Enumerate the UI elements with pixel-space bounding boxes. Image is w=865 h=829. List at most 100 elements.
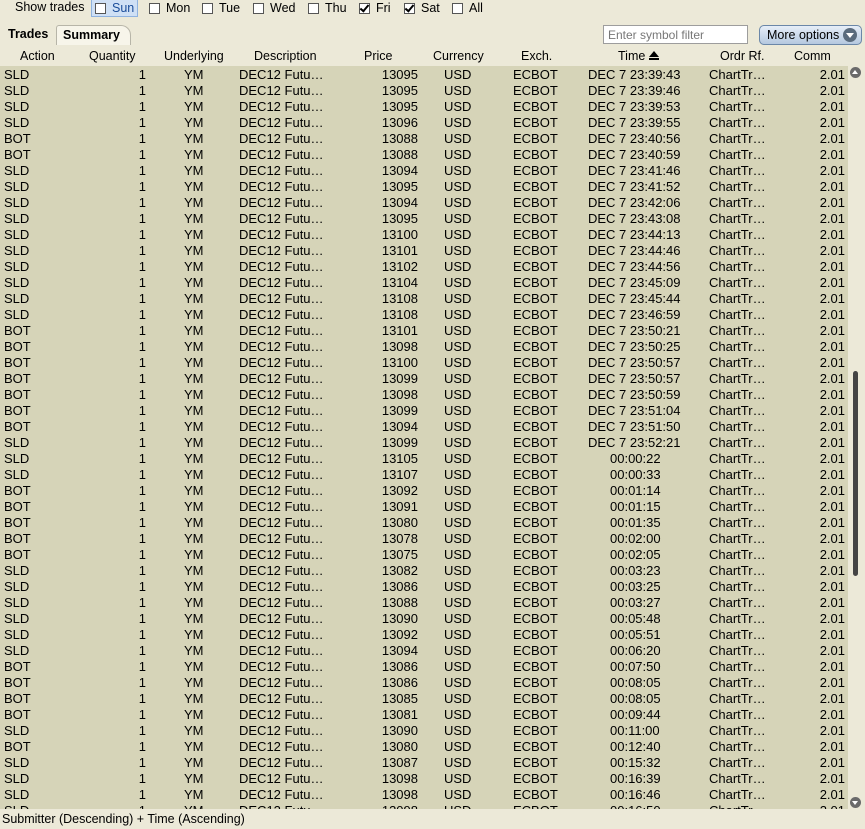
commission-cell: 2.01	[819, 467, 845, 482]
table-row[interactable]: SLD 1 YM DEC12 Futu… 13082 USD ECBOT 00:03:23 Ch…	[0, 562, 848, 578]
table-row[interactable]: SLD 1 YM DEC12 Futu… 13095 USD ECBOT DEC 7 23:4…	[0, 178, 848, 194]
description-cell: DEC12 Futu…	[239, 339, 324, 354]
table-row[interactable]: SLD 1 YM DEC12 Futu… 13090 USD ECBOT 00:05:48 Ch…	[0, 610, 848, 626]
tab-summary[interactable]: Summary	[56, 25, 131, 45]
table-row[interactable]: BOT 1 YM DEC12 Futu… 13092 USD ECBOT 00:01:14 Ch…	[0, 482, 848, 498]
table-row[interactable]: BOT 1 YM DEC12 Futu… 13101 USD ECBOT DEC 7 23:5…	[0, 322, 848, 338]
checkbox-unchecked-icon[interactable]	[253, 2, 264, 14]
table-row[interactable]: SLD 1 YM DEC12 Futu… 13096 USD ECBOT DEC 7 23:3…	[0, 114, 848, 130]
table-row[interactable]: SLD 1 YM DEC12 Futu… 13098 USD ECBOT 00:16:50 Ch…	[0, 802, 848, 809]
table-row[interactable]: BOT 1 YM DEC12 Futu… 13088 USD ECBOT DEC 7 23:4…	[0, 146, 848, 162]
symbol-filter-input[interactable]	[603, 25, 748, 44]
exchange-cell: ECBOT	[513, 147, 558, 162]
day-checkbox-thu[interactable]: Thu	[308, 0, 347, 16]
table-row[interactable]: SLD 1 YM DEC12 Futu… 13098 USD ECBOT 00:16:39 Ch…	[0, 770, 848, 786]
table-row[interactable]: SLD 1 YM DEC12 Futu… 13095 USD ECBOT DEC 7 23:3…	[0, 98, 848, 114]
time-cell: DEC 7 23:39:43	[588, 67, 681, 82]
table-row[interactable]: BOT 1 YM DEC12 Futu… 13100 USD ECBOT DEC 7 23:5…	[0, 354, 848, 370]
table-row[interactable]: SLD 1 YM DEC12 Futu… 13108 USD ECBOT DEC 7 23:4…	[0, 290, 848, 306]
day-checkbox-all[interactable]: All	[452, 0, 483, 16]
table-row[interactable]: SLD 1 YM DEC12 Futu… 13094 USD ECBOT DEC 7 23:4…	[0, 162, 848, 178]
table-row[interactable]: SLD 1 YM DEC12 Futu… 13094 USD ECBOT 00:06:20 Ch…	[0, 642, 848, 658]
table-row[interactable]: SLD 1 YM DEC12 Futu… 13098 USD ECBOT 00:16:46 Ch…	[0, 786, 848, 802]
column-header-currency[interactable]: Currency	[433, 49, 484, 63]
checkbox-unchecked-icon[interactable]	[452, 2, 463, 14]
table-row[interactable]: BOT 1 YM DEC12 Futu… 13098 USD ECBOT DEC 7 23:5…	[0, 338, 848, 354]
table-row[interactable]: BOT 1 YM DEC12 Futu… 13086 USD ECBOT 00:08:05 Ch…	[0, 674, 848, 690]
table-row[interactable]: SLD 1 YM DEC12 Futu… 13104 USD ECBOT DEC 7 23:4…	[0, 274, 848, 290]
day-checkbox-tue[interactable]: Tue	[202, 0, 240, 16]
price-cell: 13101	[381, 243, 418, 258]
table-row[interactable]: BOT 1 YM DEC12 Futu… 13099 USD ECBOT DEC 7 23:5…	[0, 370, 848, 386]
table-row[interactable]: SLD 1 YM DEC12 Futu… 13101 USD ECBOT DEC 7 23:4…	[0, 242, 848, 258]
table-row[interactable]: BOT 1 YM DEC12 Futu… 13088 USD ECBOT DEC 7 23:4…	[0, 130, 848, 146]
table-row[interactable]: BOT 1 YM DEC12 Futu… 13086 USD ECBOT 00:07:50 Ch…	[0, 658, 848, 674]
table-row[interactable]: BOT 1 YM DEC12 Futu… 13080 USD ECBOT 00:01:35 Ch…	[0, 514, 848, 530]
table-row[interactable]: BOT 1 YM DEC12 Futu… 13085 USD ECBOT 00:08:05 Ch…	[0, 690, 848, 706]
table-row[interactable]: SLD 1 YM DEC12 Futu… 13102 USD ECBOT DEC 7 23:4…	[0, 258, 848, 274]
checkbox-unchecked-icon[interactable]	[308, 2, 319, 14]
scroll-thumb[interactable]	[853, 371, 858, 577]
table-row[interactable]: BOT 1 YM DEC12 Futu… 13075 USD ECBOT 00:02:05 Ch…	[0, 546, 848, 562]
column-header-quantity[interactable]: Quantity	[89, 49, 136, 63]
scroll-up-icon[interactable]	[850, 67, 861, 78]
table-row[interactable]: SLD 1 YM DEC12 Futu… 13090 USD ECBOT 00:11:00 Ch…	[0, 722, 848, 738]
day-checkbox-mon[interactable]: Mon	[149, 0, 190, 16]
action-cell: SLD	[4, 627, 30, 642]
table-row[interactable]: SLD 1 YM DEC12 Futu… 13086 USD ECBOT 00:03:25 Ch…	[0, 578, 848, 594]
checkbox-unchecked-icon[interactable]	[149, 2, 160, 14]
column-header-underlying[interactable]: Underlying	[164, 49, 224, 63]
checkbox-unchecked-icon[interactable]	[202, 2, 213, 14]
column-header-exchange[interactable]: Exch.	[521, 49, 552, 63]
day-checkbox-wed[interactable]: Wed	[253, 0, 295, 16]
commission-cell: 2.01	[819, 739, 845, 754]
day-checkbox-sun[interactable]: Sun	[90, 0, 139, 17]
table-row[interactable]: BOT 1 YM DEC12 Futu… 13081 USD ECBOT 00:09:44 Ch…	[0, 706, 848, 722]
table-row[interactable]: BOT 1 YM DEC12 Futu… 13080 USD ECBOT 00:12:40 Ch…	[0, 738, 848, 754]
table-row[interactable]: BOT 1 YM DEC12 Futu… 13099 USD ECBOT DEC 7 23:5…	[0, 402, 848, 418]
table-row[interactable]: BOT 1 YM DEC12 Futu… 13098 USD ECBOT DEC 7 23:5…	[0, 386, 848, 402]
day-checkbox-sat[interactable]: Sat	[404, 0, 440, 16]
commission-cell: 2.01	[819, 147, 845, 162]
quantity-cell: 1	[138, 307, 146, 322]
day-label: Mon	[166, 1, 191, 15]
table-row[interactable]: SLD 1 YM DEC12 Futu… 13095 USD ECBOT DEC 7 23:3…	[0, 66, 848, 82]
description-cell: DEC12 Futu…	[239, 675, 324, 690]
tab-trades[interactable]: Trades	[2, 25, 55, 44]
price-cell: 13095	[381, 83, 418, 98]
table-row[interactable]: SLD 1 YM DEC12 Futu… 13087 USD ECBOT 00:15:32 Ch…	[0, 754, 848, 770]
table-row[interactable]: SLD 1 YM DEC12 Futu… 13095 USD ECBOT DEC 7 23:4…	[0, 210, 848, 226]
table-row[interactable]: SLD 1 YM DEC12 Futu… 13095 USD ECBOT DEC 7 23:3…	[0, 82, 848, 98]
vertical-scrollbar[interactable]	[848, 66, 863, 809]
table-row[interactable]: SLD 1 YM DEC12 Futu… 13108 USD ECBOT DEC 7 23:4…	[0, 306, 848, 322]
table-row[interactable]: SLD 1 YM DEC12 Futu… 13088 USD ECBOT 00:03:27 Ch…	[0, 594, 848, 610]
commission-cell: 2.01	[819, 547, 845, 562]
checkbox-checked-icon[interactable]	[359, 2, 370, 14]
table-row[interactable]: SLD 1 YM DEC12 Futu… 13094 USD ECBOT DEC 7 23:4…	[0, 194, 848, 210]
time-cell: DEC 7 23:40:59	[588, 147, 681, 162]
table-row[interactable]: SLD 1 YM DEC12 Futu… 13107 USD ECBOT 00:00:33 Ch…	[0, 466, 848, 482]
column-header-time[interactable]: Time	[618, 49, 660, 63]
column-header-order-ref[interactable]: Ordr Rf.	[720, 49, 764, 63]
table-row[interactable]: SLD 1 YM DEC12 Futu… 13100 USD ECBOT DEC 7 23:4…	[0, 226, 848, 242]
checkbox-checked-icon[interactable]	[404, 2, 415, 14]
scroll-down-icon[interactable]	[850, 797, 861, 808]
order-ref-cell: ChartTr…	[709, 547, 766, 562]
day-checkbox-fri[interactable]: Fri	[359, 0, 391, 16]
exchange-cell: ECBOT	[513, 579, 558, 594]
checkbox-unchecked-icon[interactable]	[95, 2, 106, 14]
time-cell: 00:09:44	[610, 707, 661, 722]
table-row[interactable]: BOT 1 YM DEC12 Futu… 13078 USD ECBOT 00:02:00 Ch…	[0, 530, 848, 546]
order-ref-cell: ChartTr…	[709, 691, 766, 706]
table-row[interactable]: BOT 1 YM DEC12 Futu… 13091 USD ECBOT 00:01:15 Ch…	[0, 498, 848, 514]
table-row[interactable]: SLD 1 YM DEC12 Futu… 13092 USD ECBOT 00:05:51 Ch…	[0, 626, 848, 642]
table-row[interactable]: BOT 1 YM DEC12 Futu… 13094 USD ECBOT DEC 7 23:5…	[0, 418, 848, 434]
table-row[interactable]: SLD 1 YM DEC12 Futu… 13099 USD ECBOT DEC 7 23:5…	[0, 434, 848, 450]
order-ref-cell: ChartTr…	[709, 243, 766, 258]
more-options-button[interactable]: More options	[759, 25, 862, 45]
table-row[interactable]: SLD 1 YM DEC12 Futu… 13105 USD ECBOT 00:00:22 Ch…	[0, 450, 848, 466]
column-header-action[interactable]: Action	[20, 49, 55, 63]
column-header-description[interactable]: Description	[254, 49, 317, 63]
column-header-price[interactable]: Price	[364, 49, 392, 63]
column-header-commission[interactable]: Comm	[794, 49, 831, 63]
